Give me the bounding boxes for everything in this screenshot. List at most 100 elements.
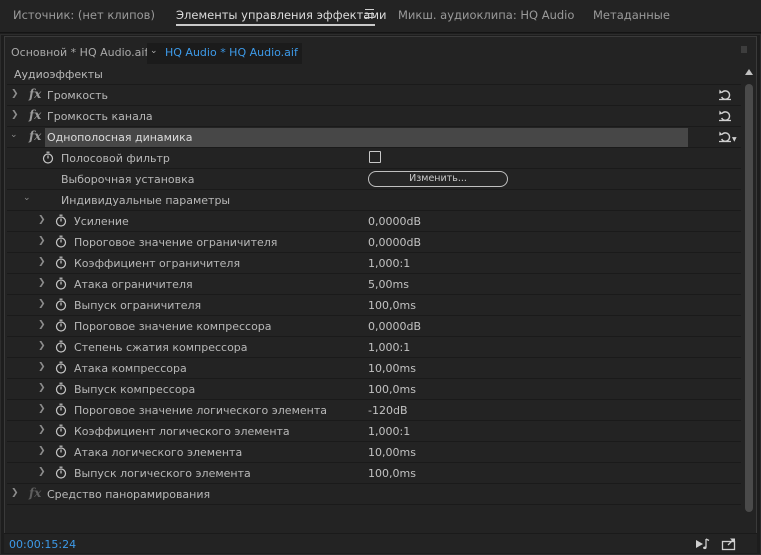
chevron-right-icon[interactable]: ❯ xyxy=(38,257,46,267)
chevron-right-icon[interactable]: ❯ xyxy=(38,236,46,246)
fx-icon[interactable]: fx xyxy=(29,486,41,500)
param-row: ❯ Атака ограничителя 5,00ms xyxy=(7,274,741,295)
scroll-up-icon[interactable] xyxy=(745,69,753,75)
param-row: ❯ Выпуск компрессора 100,0ms xyxy=(7,379,741,400)
param-value[interactable]: 10,00ms xyxy=(368,446,416,459)
param-value[interactable]: 1,000:1 xyxy=(368,257,410,270)
param-row: ❯ Пороговое значение ограничителя 0,0000dB xyxy=(7,232,741,253)
param-row: ❯ Пороговое значение компрессора 0,0000dB xyxy=(7,316,741,337)
band-filter-checkbox[interactable] xyxy=(369,151,381,163)
param-group-individual[interactable]: ⌄ Индивидуальные параметры xyxy=(7,190,741,211)
chevron-right-icon[interactable]: ❯ xyxy=(38,341,46,351)
param-row: ❯ Выпуск логического элемента 100,0ms xyxy=(7,463,741,484)
param-value[interactable]: 5,00ms xyxy=(368,278,409,291)
param-value[interactable]: 100,0ms xyxy=(368,467,416,480)
chevron-right-icon[interactable]: ❯ xyxy=(38,320,46,330)
section-header-label: Аудиоэффекты xyxy=(14,68,103,81)
param-label: Полосовой фильтр xyxy=(61,152,170,165)
chevron-right-icon[interactable]: ❯ xyxy=(11,488,19,498)
effects-list: Аудиоэффекты ❯ fx Громкость ❯ fx Громкос… xyxy=(7,64,741,509)
chevron-right-icon[interactable]: ❯ xyxy=(38,425,46,435)
tab-effect-controls[interactable]: Элементы управления эффектами xyxy=(176,8,387,22)
stopwatch-icon[interactable] xyxy=(42,151,54,164)
fx-icon[interactable]: fx xyxy=(29,87,41,101)
export-icon[interactable] xyxy=(721,537,737,551)
param-value[interactable]: -120dB xyxy=(368,404,408,417)
chevron-right-icon[interactable]: ❯ xyxy=(38,215,46,225)
param-label: Атака ограничителя xyxy=(74,278,193,291)
fx-icon[interactable]: fx xyxy=(29,129,41,143)
stopwatch-icon[interactable] xyxy=(55,361,67,374)
stopwatch-icon[interactable] xyxy=(55,382,67,395)
effect-label: Громкость канала xyxy=(47,110,153,123)
stopwatch-icon[interactable] xyxy=(55,319,67,332)
stopwatch-icon[interactable] xyxy=(55,277,67,290)
stopwatch-icon[interactable] xyxy=(55,466,67,479)
tab-metadata[interactable]: Метаданные xyxy=(593,8,670,22)
param-row: ❯ Атака логического элемента 10,00ms xyxy=(7,442,741,463)
tab-audio-clip-mixer[interactable]: Микш. аудиоклипа: HQ Audio xyxy=(398,8,574,22)
chevron-right-icon[interactable]: ❯ xyxy=(38,467,46,477)
chevron-down-icon[interactable]: ⌄ xyxy=(150,46,158,56)
chevron-down-icon[interactable]: ⌄ xyxy=(23,193,31,203)
param-label: Выпуск ограничителя xyxy=(74,299,202,312)
stopwatch-icon[interactable] xyxy=(55,424,67,437)
param-value[interactable]: 100,0ms xyxy=(368,383,416,396)
param-row: ❯ Атака компрессора 10,00ms xyxy=(7,358,741,379)
chevron-right-icon[interactable]: ❯ xyxy=(38,278,46,288)
stopwatch-icon[interactable] xyxy=(55,214,67,227)
param-value[interactable]: 0,0000dB xyxy=(368,320,421,333)
reset-icon[interactable] xyxy=(718,109,732,122)
tab-source[interactable]: Источник: (нет клипов) xyxy=(13,8,155,22)
scroll-thumb[interactable] xyxy=(745,84,753,512)
effect-row-panner[interactable]: ❯ fx Средство панорамирования xyxy=(7,484,741,505)
stopwatch-icon[interactable] xyxy=(55,235,67,248)
param-value[interactable]: 100,0ms xyxy=(368,299,416,312)
stopwatch-icon[interactable] xyxy=(55,403,67,416)
fx-icon[interactable]: fx xyxy=(29,108,41,122)
param-value[interactable]: 10,00ms xyxy=(368,362,416,375)
chevron-down-icon[interactable]: ▼ xyxy=(732,136,737,143)
param-row: ❯ Коэффициент ограничителя 1,000:1 xyxy=(7,253,741,274)
param-value[interactable]: 1,000:1 xyxy=(368,425,410,438)
chevron-right-icon[interactable]: ❯ xyxy=(38,383,46,393)
stopwatch-icon[interactable] xyxy=(55,256,67,269)
chevron-right-icon[interactable]: ❯ xyxy=(11,89,19,99)
current-clip-tab[interactable]: HQ Audio * HQ Audio.aif xyxy=(165,46,298,59)
param-value[interactable]: 0,0000dB xyxy=(368,215,421,228)
effect-row-volume[interactable]: ❯ fx Громкость xyxy=(7,85,741,106)
effect-row-channel-volume[interactable]: ❯ fx Громкость канала xyxy=(7,106,741,127)
status-bar: 00:00:15:24 xyxy=(4,533,757,553)
stopwatch-icon[interactable] xyxy=(55,340,67,353)
grip-icon[interactable] xyxy=(741,46,747,53)
edit-button[interactable]: Изменить... xyxy=(368,171,508,187)
param-value[interactable]: 0,0000dB xyxy=(368,236,421,249)
reset-icon[interactable] xyxy=(718,130,732,143)
effect-label: Громкость xyxy=(47,89,109,102)
vertical-scrollbar[interactable] xyxy=(743,64,755,519)
param-row: ❯ Коэффициент логического элемента 1,000:1 xyxy=(7,421,741,442)
stopwatch-icon[interactable] xyxy=(55,298,67,311)
chevron-right-icon[interactable]: ❯ xyxy=(38,446,46,456)
effect-row-single-band-dynamics[interactable]: ⌄ fx Однополосная динамика ▼ xyxy=(7,127,741,148)
chevron-right-icon[interactable]: ❯ xyxy=(11,110,19,120)
panel-tab-bar: Источник: (нет клипов) Элементы управлен… xyxy=(0,0,761,33)
param-value[interactable]: 1,000:1 xyxy=(368,341,410,354)
param-label: Пороговое значение ограничителя xyxy=(74,236,278,249)
reset-icon[interactable] xyxy=(718,88,732,101)
param-label: Усиление xyxy=(74,215,129,228)
chevron-right-icon[interactable]: ❯ xyxy=(38,362,46,372)
chevron-right-icon[interactable]: ❯ xyxy=(38,404,46,414)
param-row-custom-setup: Выборочная установка Изменить... xyxy=(7,169,741,190)
chevron-down-icon[interactable]: ⌄ xyxy=(10,130,18,140)
stopwatch-icon[interactable] xyxy=(55,445,67,458)
effect-label: Средство панорамирования xyxy=(47,488,211,501)
param-label: Выпуск компрессора xyxy=(74,383,196,396)
param-label: Атака компрессора xyxy=(74,362,187,375)
chevron-right-icon[interactable]: ❯ xyxy=(38,299,46,309)
param-row: ❯ Пороговое значение логического элемента… xyxy=(7,400,741,421)
menu-icon[interactable] xyxy=(365,9,374,18)
play-audio-icon[interactable] xyxy=(695,537,711,551)
master-clip-tab[interactable]: Основной * HQ Audio.aif xyxy=(11,46,148,59)
timecode-display[interactable]: 00:00:15:24 xyxy=(9,538,76,551)
